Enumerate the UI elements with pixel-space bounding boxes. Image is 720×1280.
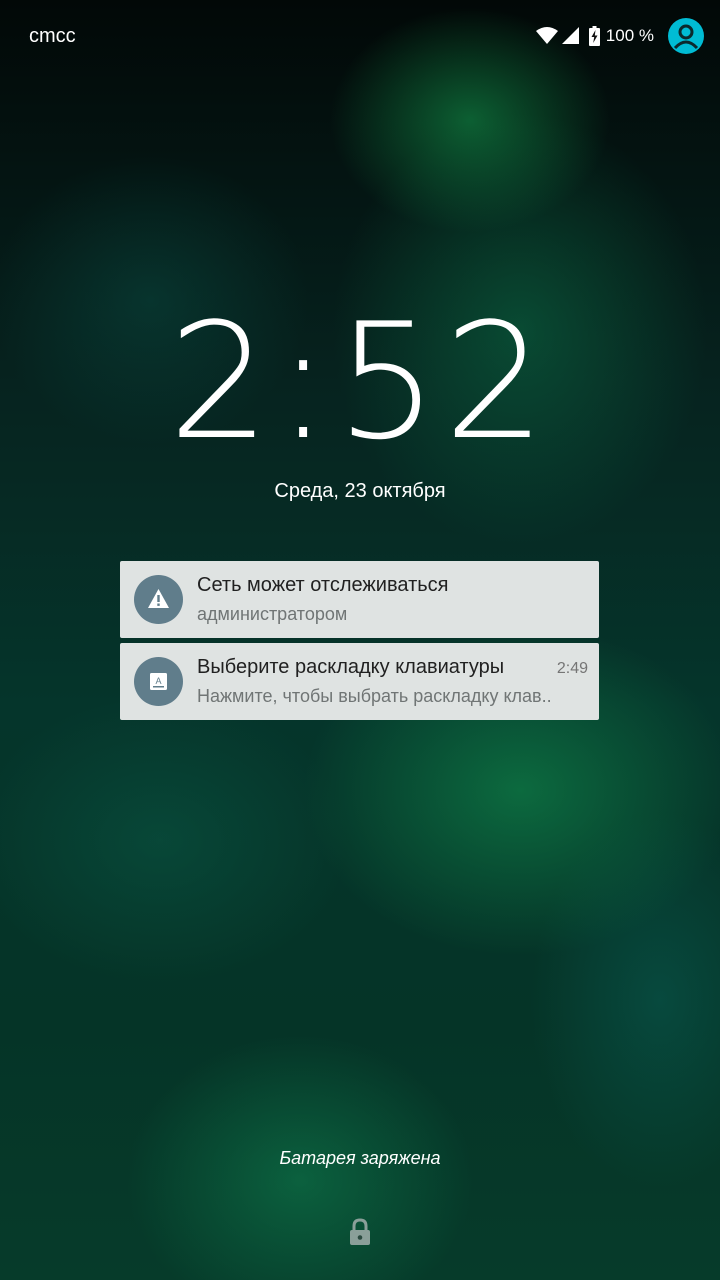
notification-text: Нажмите, чтобы выбрать раскладку клав.. bbox=[197, 686, 552, 706]
clock-separator: : bbox=[276, 288, 337, 475]
person-icon bbox=[673, 24, 699, 50]
notification-title: Сеть может отслеживаться bbox=[197, 574, 449, 596]
user-avatar-icon[interactable] bbox=[668, 18, 704, 54]
lock-icon[interactable] bbox=[348, 1218, 372, 1246]
battery-status: Батарея заряжена bbox=[279, 1148, 441, 1168]
notification-text: администратором bbox=[197, 604, 348, 624]
notification-keyboard-layout[interactable]: A Выберите раскладку клавиатуры 2:49 Наж… bbox=[120, 643, 599, 720]
clock-minutes: 52 bbox=[336, 288, 552, 475]
cell-signal-icon bbox=[561, 27, 579, 44]
battery-percent: 100 % bbox=[605, 26, 654, 45]
notification-time: 2:49 bbox=[556, 660, 588, 677]
date: Среда, 23 октября bbox=[274, 480, 446, 502]
warning-icon bbox=[148, 589, 169, 608]
status-icons: 100 % bbox=[535, 16, 704, 56]
carrier-name: cmcc bbox=[29, 25, 76, 47]
notification-icon: A bbox=[134, 657, 183, 706]
notification-icon bbox=[134, 575, 183, 624]
clock-hours: 2 bbox=[168, 288, 277, 475]
wifi-icon bbox=[535, 27, 558, 44]
svg-text:A: A bbox=[155, 676, 161, 686]
keyboard-icon: A bbox=[150, 673, 167, 690]
clock: 2:52 bbox=[0, 292, 720, 472]
lock-screen: cmcc 100 % 2:52 Среда, 23 октября Сеть м… bbox=[0, 0, 720, 1280]
status-bar: cmcc 100 % bbox=[0, 0, 720, 72]
notification-title: Выберите раскладку клавиатуры bbox=[197, 656, 505, 678]
notification-network-monitoring[interactable]: Сеть может отслеживаться администратором bbox=[120, 561, 599, 638]
battery-charging-icon bbox=[588, 26, 600, 46]
